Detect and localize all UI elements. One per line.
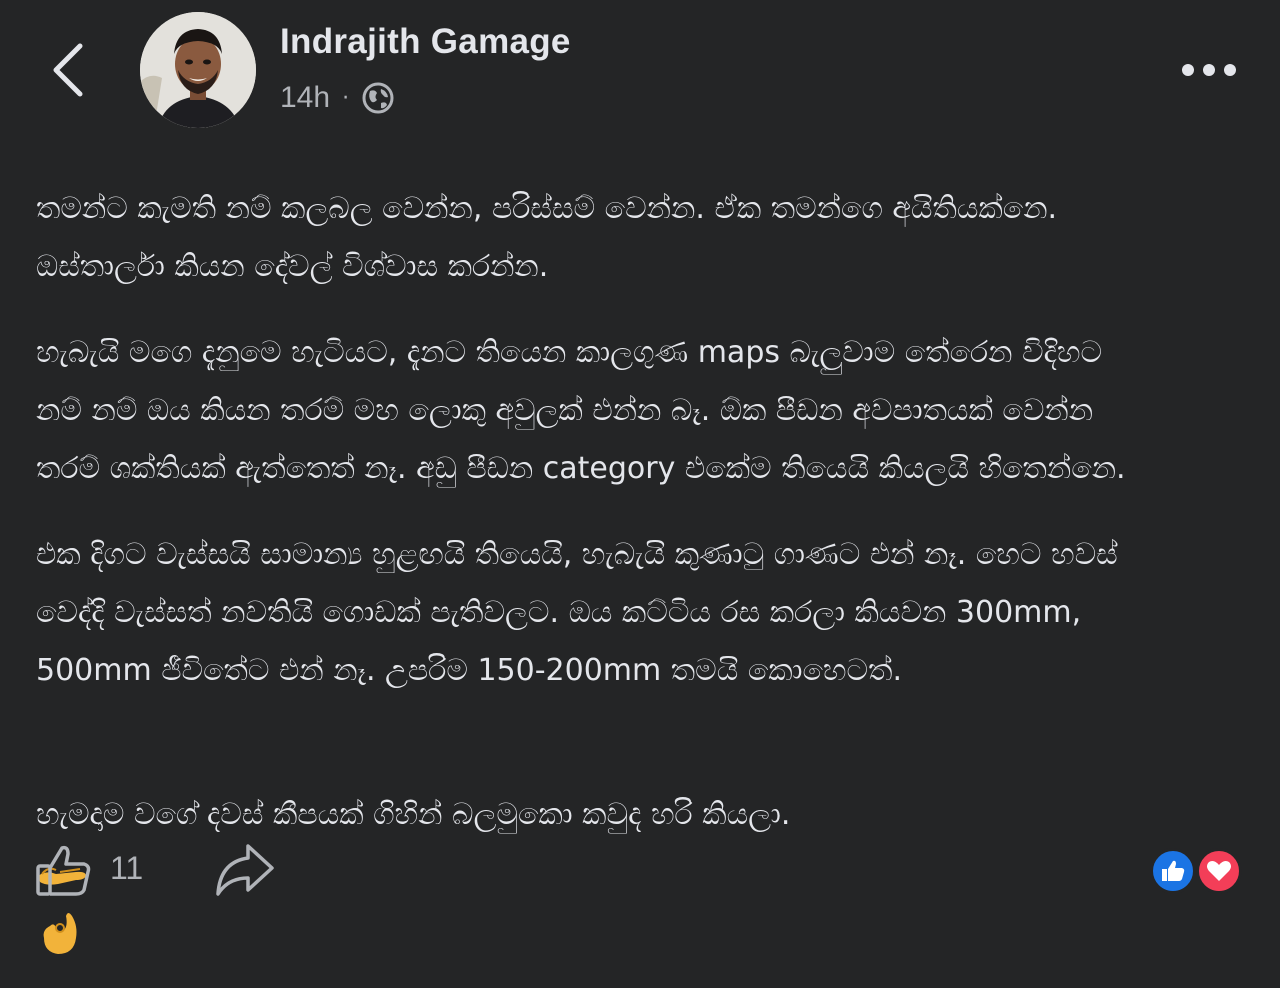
post-paragraph-3: එක දිගට වැස්සයි සාමාන්‍ය හුළඟයි තියෙයි, … xyxy=(36,537,1118,688)
share-arrow-icon xyxy=(216,844,274,896)
globe-icon xyxy=(362,82,394,114)
profile-photo xyxy=(140,12,256,128)
back-button[interactable] xyxy=(46,40,94,100)
more-options-button[interactable] xyxy=(1176,55,1242,85)
meta-separator: · xyxy=(342,85,350,111)
chevron-left-icon xyxy=(53,43,83,97)
post-header: Indrajith Gamage 14h · xyxy=(0,0,1280,140)
like-button[interactable] xyxy=(34,840,94,900)
like-reaction-icon xyxy=(1150,848,1196,894)
like-count[interactable]: 11 xyxy=(110,850,143,887)
post-timestamp[interactable]: 14h xyxy=(280,81,330,115)
post-meta: 14h · xyxy=(280,78,395,118)
post-paragraph-2: හැබැයි මගෙ දැනුමෙ හැටියට, දැනට තියෙන කාල… xyxy=(36,335,1126,486)
thumbs-up-icon xyxy=(36,845,91,896)
reaction-summary[interactable] xyxy=(1150,848,1250,898)
avatar[interactable] xyxy=(140,12,256,128)
author-name[interactable]: Indrajith Gamage xyxy=(280,22,571,62)
post-footer: 11 xyxy=(0,830,1280,920)
more-dots-icon xyxy=(1182,64,1236,76)
share-button[interactable] xyxy=(212,842,276,898)
post-paragraph-1: තමන්ට කැමති නම් කලබල වෙන්න, පරිස්සම් වෙන… xyxy=(36,191,1058,284)
post-paragraph-4-text: හැමදාම වගේ දවස් කීපයක් ගිහින් බලමුකො කවු… xyxy=(36,797,791,832)
love-reaction-icon xyxy=(1196,848,1242,894)
